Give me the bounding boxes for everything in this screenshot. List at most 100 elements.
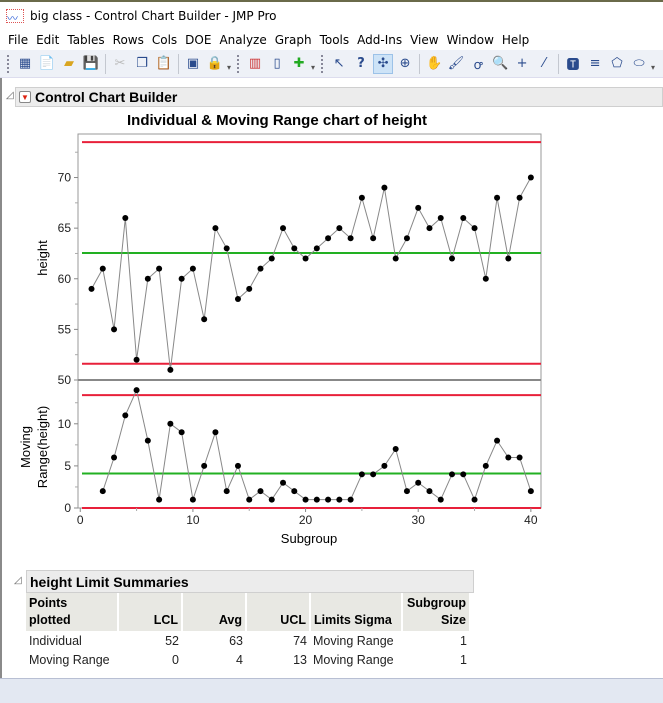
data-point	[280, 225, 287, 232]
data-point	[156, 265, 163, 272]
data-point	[325, 496, 332, 503]
data-point	[381, 184, 388, 191]
toolbar-grip[interactable]	[7, 54, 11, 73]
crosshair-target-icon[interactable]: ⊕	[395, 54, 415, 74]
paste-icon[interactable]: 📋	[154, 54, 174, 74]
data-point	[336, 496, 343, 503]
toolbar-overflow-icon[interactable]: ▾	[227, 63, 231, 72]
red-triangle-menu-icon[interactable]: ▼	[19, 91, 31, 103]
menu-doe[interactable]: DOE	[183, 33, 217, 47]
data-point	[156, 496, 163, 503]
copy-icon[interactable]: ❐	[132, 54, 152, 74]
toolbar-grip[interactable]	[237, 54, 241, 73]
data-point	[516, 194, 523, 201]
cell: 0	[172, 652, 179, 667]
data-point	[482, 275, 489, 282]
x-tick-label: 40	[524, 513, 538, 527]
menu-tools[interactable]: Tools	[318, 33, 356, 47]
data-point	[111, 326, 118, 333]
cell: Moving Range	[29, 652, 110, 667]
new-data-table-icon[interactable]: ▦	[15, 54, 35, 74]
line-icon[interactable]: ⁄	[534, 54, 554, 74]
table-row: Moving Range 0 4 13 Moving Range 1	[26, 650, 470, 669]
add-rows-icon[interactable]: ✚	[289, 54, 309, 74]
data-point	[257, 488, 264, 495]
data-point	[189, 265, 196, 272]
menu-help[interactable]: Help	[500, 33, 535, 47]
column-icon[interactable]: ▯	[267, 54, 287, 74]
y-tick-label: 10	[58, 417, 72, 431]
toolbar-grip[interactable]	[321, 54, 325, 73]
x-tick-label: 10	[186, 513, 200, 527]
cell: 74	[293, 633, 307, 648]
plot-frame	[77, 379, 542, 509]
data-point	[370, 471, 377, 478]
data-point	[201, 462, 208, 469]
data-point	[392, 446, 399, 453]
data-point	[178, 429, 185, 436]
data-point	[347, 496, 354, 503]
cut-icon[interactable]: ✂	[110, 54, 130, 74]
data-point	[403, 488, 410, 495]
toolbar-overflow-icon[interactable]: ▾	[651, 63, 655, 72]
open-icon[interactable]: ▰	[59, 54, 79, 74]
menu-file[interactable]: File	[6, 33, 34, 47]
data-point	[246, 496, 253, 503]
data-point	[268, 255, 275, 262]
disclosure-triangle-icon[interactable]: ◿	[14, 575, 22, 586]
jmp-app-icon: 〰	[6, 9, 24, 25]
limit-summaries-title: height Limit Summaries	[30, 573, 189, 590]
menu-tables[interactable]: Tables	[65, 33, 110, 47]
cell: Moving Range	[313, 652, 394, 667]
arrow-icon[interactable]: ↖	[329, 54, 349, 74]
title-bar: 〰 big class - Control Chart Builder - JM…	[0, 0, 663, 30]
data-point	[471, 496, 478, 503]
magnifier-icon[interactable]: 🔍	[490, 54, 510, 74]
cell: Individual	[29, 633, 82, 648]
data-point	[111, 454, 118, 461]
menu-cols[interactable]: Cols	[150, 33, 183, 47]
line-arrow-icon[interactable]: ≡	[585, 54, 605, 74]
data-table-icon[interactable]: ▥	[245, 54, 265, 74]
save-icon[interactable]: 💾	[81, 54, 101, 74]
menu-edit[interactable]: Edit	[34, 33, 65, 47]
lasso-icon[interactable]: ꝍ	[468, 54, 488, 74]
data-point	[449, 255, 456, 262]
menu-analyze[interactable]: Analyze	[217, 33, 272, 47]
y-tick-label: 5	[64, 459, 71, 473]
crosshair-icon[interactable]: +	[512, 54, 532, 74]
report-header: ▼ Control Chart Builder	[15, 87, 663, 107]
data-point	[234, 462, 241, 469]
y-axis-label-individual: height	[35, 240, 50, 276]
menu-add-ins[interactable]: Add-Ins	[355, 33, 408, 47]
data-point	[313, 496, 320, 503]
text-annotation-icon[interactable]: 🆃	[563, 54, 583, 74]
journal-icon[interactable]: ▣	[183, 54, 203, 74]
selection-icon[interactable]: ✣	[373, 53, 394, 74]
data-point	[122, 215, 129, 222]
menu-window[interactable]: Window	[445, 33, 500, 47]
polygon-icon[interactable]: ⬠	[607, 54, 627, 74]
menu-rows[interactable]: Rows	[111, 33, 150, 47]
window-title: big class - Control Chart Builder - JMP …	[30, 9, 277, 23]
toolbar-separator	[178, 53, 179, 74]
toolbar-overflow-icon[interactable]: ▾	[311, 63, 315, 72]
menu-graph[interactable]: Graph	[273, 33, 318, 47]
grabber-icon[interactable]: ✋	[424, 54, 444, 74]
x-tick-label: 0	[77, 513, 84, 527]
data-point	[505, 255, 512, 262]
lock-icon[interactable]: 🔒	[205, 54, 225, 74]
oval-icon[interactable]: ⬭	[629, 54, 649, 74]
y-tick-label: 0	[64, 501, 71, 515]
data-point	[144, 275, 151, 282]
menu-view[interactable]: View	[408, 33, 444, 47]
cell: Moving Range	[313, 633, 394, 648]
data-point	[189, 496, 196, 503]
new-script-icon[interactable]: 📄	[37, 54, 57, 74]
data-point	[99, 488, 106, 495]
brush-icon[interactable]: 🖌	[446, 54, 466, 74]
col-header-limits-sigma: Limits Sigma	[310, 593, 403, 631]
disclosure-triangle-icon[interactable]: ◿	[6, 90, 14, 101]
help-icon[interactable]: ?	[351, 54, 371, 74]
toolbar-separator	[419, 53, 421, 74]
